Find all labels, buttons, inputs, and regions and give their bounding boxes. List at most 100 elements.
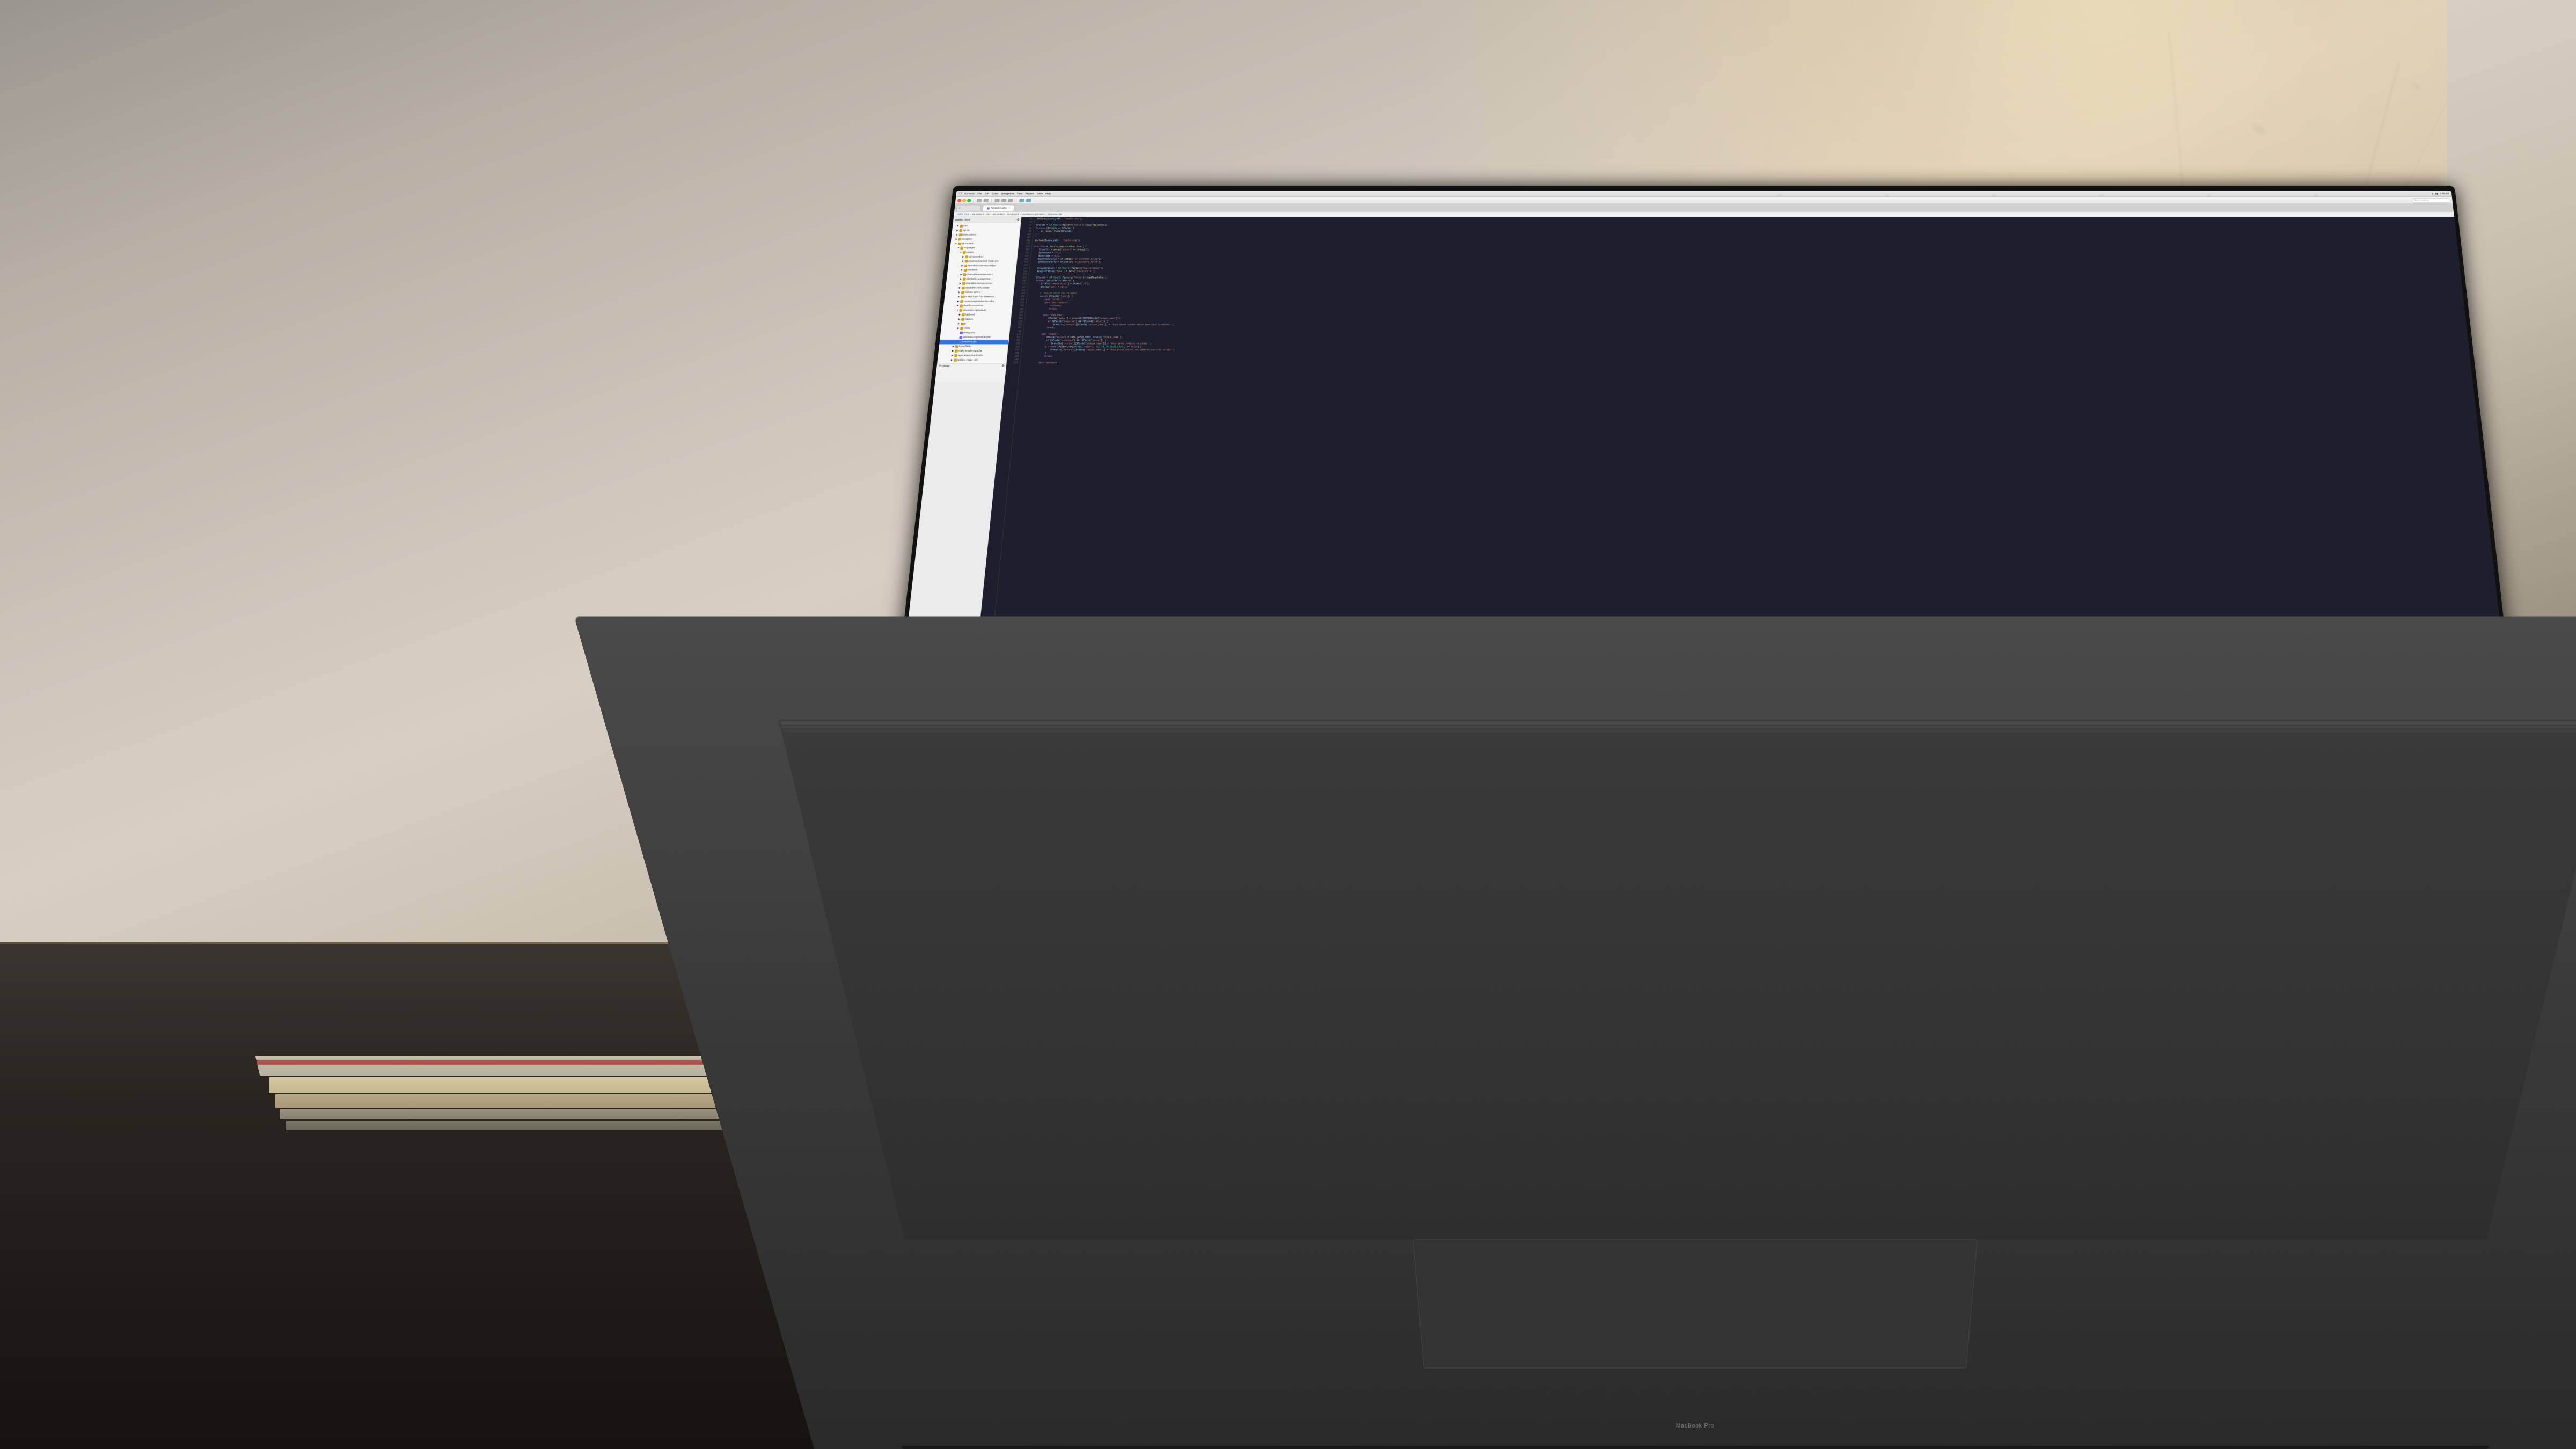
menu-komodo[interactable]: Komodo: [965, 193, 975, 195]
tree-label-relative: relative-image-urls: [957, 359, 978, 362]
tree-label-wp-content: wp-content: [962, 243, 974, 245]
tree-label-js: js: [964, 323, 967, 325]
open-file-button[interactable]: [995, 199, 1000, 202]
save-button[interactable]: [1001, 199, 1007, 202]
projects-settings-icon[interactable]: ⚙: [1002, 365, 1005, 368]
line-num-141: 141: [1007, 362, 1021, 365]
tree-label-plugins: plugins: [967, 251, 975, 254]
breadcrumb-sep-0: ›: [970, 213, 971, 216]
tree-label-cart: cart: [963, 225, 968, 228]
debug-button[interactable]: [1026, 199, 1031, 202]
tree-label-backend: backend: [965, 314, 975, 317]
tree-label-phpmyadmin: phpmyadmin: [962, 234, 976, 237]
code-line-141: case 'password':: [1022, 362, 2469, 365]
tree-item-relative[interactable]: ▶ relative-image-urls: [938, 358, 1007, 362]
ide-toolbar: Go to Anything: [955, 197, 2453, 204]
breadcrumb-sep-5: ›: [1046, 213, 1047, 216]
breadcrumb-sep-2: ›: [991, 213, 992, 216]
menu-code[interactable]: Code: [992, 193, 999, 195]
toolbar-search: Go to Anything: [2412, 198, 2451, 202]
tab-label: functions.php: [991, 207, 1007, 210]
macbook-pro-label: MacBook Pro: [1676, 1423, 1715, 1429]
breadcrumb-item-6[interactable]: functions.php: [1048, 213, 1062, 216]
menu-navigation[interactable]: Navigation: [1001, 193, 1014, 195]
search-placeholder: Go to Anything: [2414, 199, 2429, 201]
tree-label-cf7db: contact-form-7-to-database...: [964, 296, 997, 298]
breadcrumb-item-1[interactable]: wp-content: [972, 213, 984, 216]
tree-label-views: views: [964, 327, 970, 330]
tree-settings-icon[interactable]: ⚙: [1017, 218, 1020, 221]
battery-icon: ▮▮: [2435, 193, 2439, 195]
tree-label-view: charitable-view-avatar: [965, 287, 990, 289]
clock: 1:48 AM: [2440, 193, 2449, 195]
laptop-base: MacBook Pro: [574, 616, 2576, 1449]
tree-label-acf-pro: advanced-custom-fields-pro: [968, 260, 999, 263]
tree-label-cf7: contact-form-7: [965, 291, 981, 294]
menu-tools[interactable]: Tools: [1037, 193, 1043, 195]
breadcrumb-item-3[interactable]: wp-content: [993, 213, 1005, 216]
menu-edit[interactable]: Edit: [985, 193, 990, 195]
tree-label-functions: functions.php: [962, 341, 977, 343]
os-menu-items: Komodo File Edit Code Navigation View Pr…: [965, 193, 1052, 195]
tab-functions-php[interactable]: functions.php ×: [983, 205, 1015, 211]
tree-label-amr: amr-shortcode-any-widget: [968, 265, 996, 267]
breadcrumb-sep-4: ›: [1020, 213, 1021, 216]
breadcrumb-sep-3: ›: [1006, 213, 1007, 216]
tree-label-custom-reg: custom-registration-form-bu...: [964, 300, 997, 303]
tree-label-er: extended-registration: [963, 309, 986, 312]
os-menu-right: ▲ ▮▮ 1:48 AM: [2431, 193, 2449, 195]
tree-label-lic: charitable-license-server: [966, 282, 993, 285]
breadcrumb-sep-1: ›: [985, 213, 986, 216]
tree-label-languages: languages: [964, 247, 975, 250]
os-menubar:  Komodo File Edit Code Navigation View …: [956, 191, 2453, 197]
file-tree-title: public_html: [955, 218, 970, 221]
trackpad[interactable]: [1413, 1239, 1978, 1368]
tree-label-dc: disable-comments: [963, 305, 984, 308]
close-button[interactable]: [957, 199, 962, 202]
menu-project[interactable]: Project: [1026, 193, 1034, 195]
tab-close-button[interactable]: ×: [1008, 207, 1011, 210]
tab-tree-panel[interactable]: ≡: [956, 205, 981, 211]
apple-logo-icon: : [959, 192, 962, 195]
tree-label-anon: charitable-anonymous: [967, 278, 991, 281]
projects-title: Projects: [939, 365, 950, 368]
save-all-button[interactable]: [1008, 199, 1014, 202]
menu-view[interactable]: View: [1017, 193, 1023, 195]
tree-label-classes: classes: [965, 318, 974, 321]
tree-label-cgi: cgi-bin: [963, 229, 970, 232]
tree-label-acf: acf-accordion: [969, 256, 984, 259]
minimize-button[interactable]: [962, 199, 967, 202]
breadcrumb-item-0[interactable]: public_html: [957, 213, 969, 216]
menu-help[interactable]: Help: [1046, 193, 1052, 195]
tree-label-amb: charitable-ambassadors: [967, 274, 993, 276]
tree-label-ls: LayerSlider: [959, 345, 972, 348]
toolbar-sep-2: [991, 198, 992, 202]
laptop:  Komodo File Edit Code Navigation View …: [721, 72, 2576, 1449]
tree-label-debug: debug.php: [963, 332, 975, 334]
run-button[interactable]: [1020, 199, 1025, 202]
breadcrumb-bar: public_html › wp-content › mu › wp-conte…: [954, 212, 2454, 217]
tree-label-regen: regenerate-thumbnails: [958, 354, 983, 357]
tree-label-wp-admin: wp-admin: [962, 238, 972, 241]
tree-panel-label: ≡: [959, 207, 961, 210]
forward-button[interactable]: [984, 199, 989, 202]
projects-header: Projects ⚙: [939, 365, 1005, 368]
tree-label-er-php: extended-registration.php: [963, 336, 991, 339]
file-tree-header: public_html ⚙: [953, 217, 1022, 223]
back-button[interactable]: [977, 199, 982, 202]
tree-label-charitable: charitable: [967, 269, 978, 272]
maximize-button[interactable]: [967, 199, 971, 202]
breadcrumb-item-4[interactable]: mu-plugins: [1007, 213, 1020, 216]
tab-bar: ≡ functions.php ×: [955, 204, 2454, 212]
wifi-icon: ▲: [2431, 193, 2434, 195]
breadcrumb-item-5[interactable]: extended-registration: [1022, 213, 1045, 216]
scene:  Komodo File Edit Code Navigation View …: [0, 0, 2576, 1449]
projects-panel: Projects ⚙: [935, 363, 1007, 382]
tab-php-icon: [987, 207, 990, 209]
menu-file[interactable]: File: [977, 193, 982, 195]
toolbar-sep-1: [974, 198, 975, 202]
tree-label-captcha: really-simple-captcha: [958, 350, 982, 353]
go-to-anything-input[interactable]: Go to Anything: [2412, 198, 2451, 202]
keyboard-area: [778, 720, 2576, 1239]
breadcrumb-item-2[interactable]: mu: [986, 213, 990, 216]
